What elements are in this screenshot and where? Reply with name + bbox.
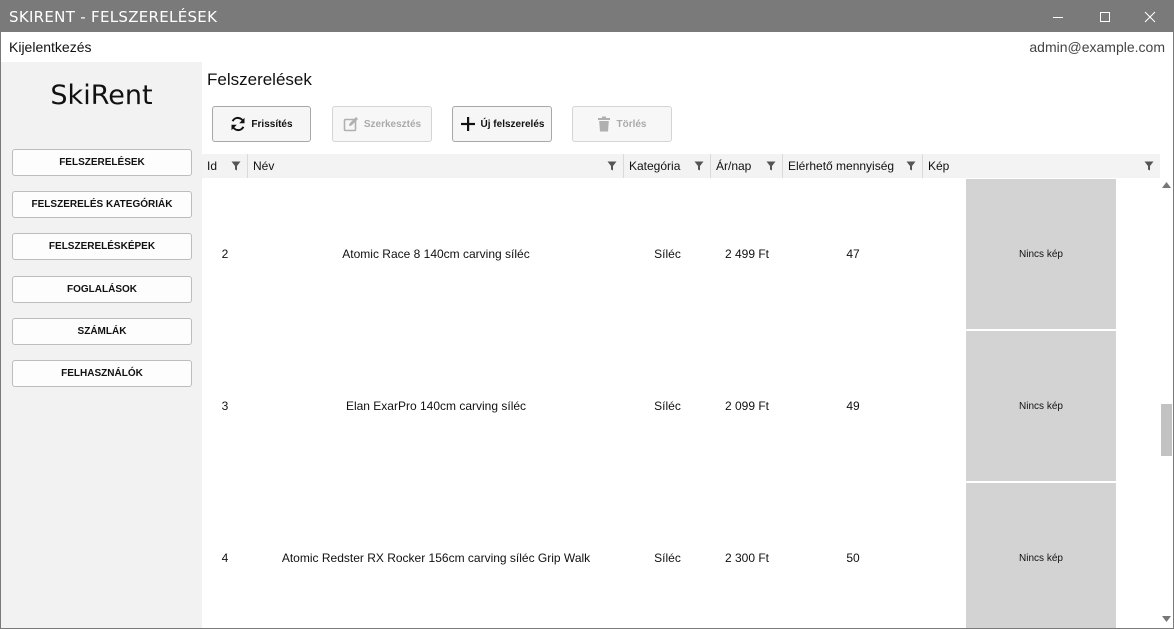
image-placeholder: Nincs kép [966, 331, 1116, 481]
nav-button-foglalasok[interactable]: FOGLALÁSOK [12, 276, 192, 303]
column-header-name[interactable]: Név [248, 154, 624, 178]
filter-icon[interactable] [906, 161, 916, 171]
column-header-price[interactable]: Ár/nap [711, 154, 783, 178]
cell-id: 3 [221, 399, 229, 413]
edit-button-label: Szerkesztés [363, 118, 422, 130]
table-row[interactable]: 3 Elan ExarPro 140cm carving síléc Síléc… [202, 331, 1160, 483]
cell-quantity: 47 [846, 247, 860, 261]
cell-price: 2 300 Ft [724, 551, 770, 565]
delete-button-label: Törlés [616, 118, 647, 130]
filter-icon[interactable] [231, 161, 241, 171]
nav-button-felszereles-kategoriak[interactable]: FELSZERELÉS KATEGÓRIÁK [12, 191, 192, 218]
cell-category: Síléc [654, 247, 681, 261]
cell-category: Síléc [654, 399, 681, 413]
nav-button-felszereleskepek[interactable]: FELSZERELÉSKÉPEK [12, 233, 192, 260]
image-placeholder: Nincs kép [966, 483, 1116, 628]
vertical-scrollbar[interactable] [1160, 178, 1173, 628]
table-row[interactable]: 2 Atomic Race 8 140cm carving síléc Sílé… [202, 179, 1160, 331]
refresh-icon [231, 116, 245, 132]
sidebar: SkiRent FELSZERELÉSEK FELSZERELÉS KATEGÓ… [1, 62, 202, 628]
column-header-id[interactable]: Id [202, 154, 248, 178]
grid-body: 2 Atomic Race 8 140cm carving síléc Sílé… [202, 178, 1160, 628]
title-bar: SKIRENT - FELSZERELÉSEK [1, 1, 1173, 32]
grid-header: Id Név Kategória Ár/nap Elérhető mennyis… [202, 154, 1160, 178]
column-header-category[interactable]: Kategória [624, 154, 711, 178]
column-header-image[interactable]: Kép [923, 154, 1160, 178]
close-icon [1144, 11, 1156, 22]
maximize-button[interactable] [1082, 1, 1128, 32]
new-equipment-button[interactable]: Új felszerelés [452, 106, 552, 142]
nav-button-szamlak[interactable]: SZÁMLÁK [12, 318, 192, 345]
cell-name: Atomic Redster RX Rocker 156cm carving s… [281, 551, 591, 565]
menu-bar: Kijelentkezés admin@example.com [1, 32, 1173, 62]
edit-icon [343, 117, 358, 132]
user-email: admin@example.com [1029, 39, 1165, 55]
edit-button[interactable]: Szerkesztés [332, 106, 432, 142]
nav-button-felszerelesek[interactable]: FELSZERELÉSEK [12, 149, 192, 176]
delete-button[interactable]: Törlés [572, 106, 672, 142]
table-row[interactable]: 4 Atomic Redster RX Rocker 156cm carving… [202, 483, 1160, 628]
cell-price: 2 099 Ft [724, 399, 770, 413]
cell-quantity: 49 [846, 399, 860, 413]
cell-quantity: 50 [846, 551, 860, 565]
filter-icon[interactable] [766, 161, 776, 171]
refresh-button-label: Frissítés [251, 118, 293, 130]
brand-logo-text: SkiRent [50, 80, 153, 111]
cell-id: 4 [221, 551, 229, 565]
scroll-up-arrow-icon[interactable] [1162, 182, 1171, 188]
minimize-icon [1053, 16, 1063, 18]
filter-icon[interactable] [1144, 161, 1154, 171]
main-panel: Felszerelések Frissítés Szerkesztés Új f… [202, 62, 1173, 628]
scrollbar-thumb[interactable] [1161, 404, 1172, 456]
logout-menu-item[interactable]: Kijelentkezés [9, 39, 92, 55]
nav-button-felhasznalok[interactable]: FELHASZNÁLÓK [12, 360, 192, 387]
column-header-quantity[interactable]: Elérhető mennyiség [783, 154, 923, 178]
scroll-down-arrow-icon[interactable] [1162, 616, 1171, 622]
new-equipment-button-label: Új felszerelés [480, 118, 545, 130]
cell-name: Atomic Race 8 140cm carving síléc [342, 247, 530, 261]
window-title: SKIRENT - FELSZERELÉSEK [9, 8, 218, 26]
refresh-button[interactable]: Frissítés [212, 106, 311, 142]
filter-icon[interactable] [694, 161, 704, 171]
cell-price: 2 499 Ft [724, 247, 770, 261]
image-placeholder: Nincs kép [966, 179, 1116, 329]
trash-icon [598, 116, 611, 132]
close-button[interactable] [1127, 1, 1173, 32]
cell-id: 2 [221, 247, 229, 261]
app-window: SKIRENT - FELSZERELÉSEK Kijelentkezés ad… [0, 0, 1174, 629]
plus-icon [460, 117, 475, 131]
page-title: Felszerelések [207, 70, 312, 89]
cell-name: Elan ExarPro 140cm carving síléc [345, 399, 527, 413]
cell-category: Síléc [654, 551, 681, 565]
maximize-icon [1100, 11, 1110, 22]
filter-icon[interactable] [607, 161, 617, 171]
minimize-button[interactable] [1035, 1, 1081, 32]
